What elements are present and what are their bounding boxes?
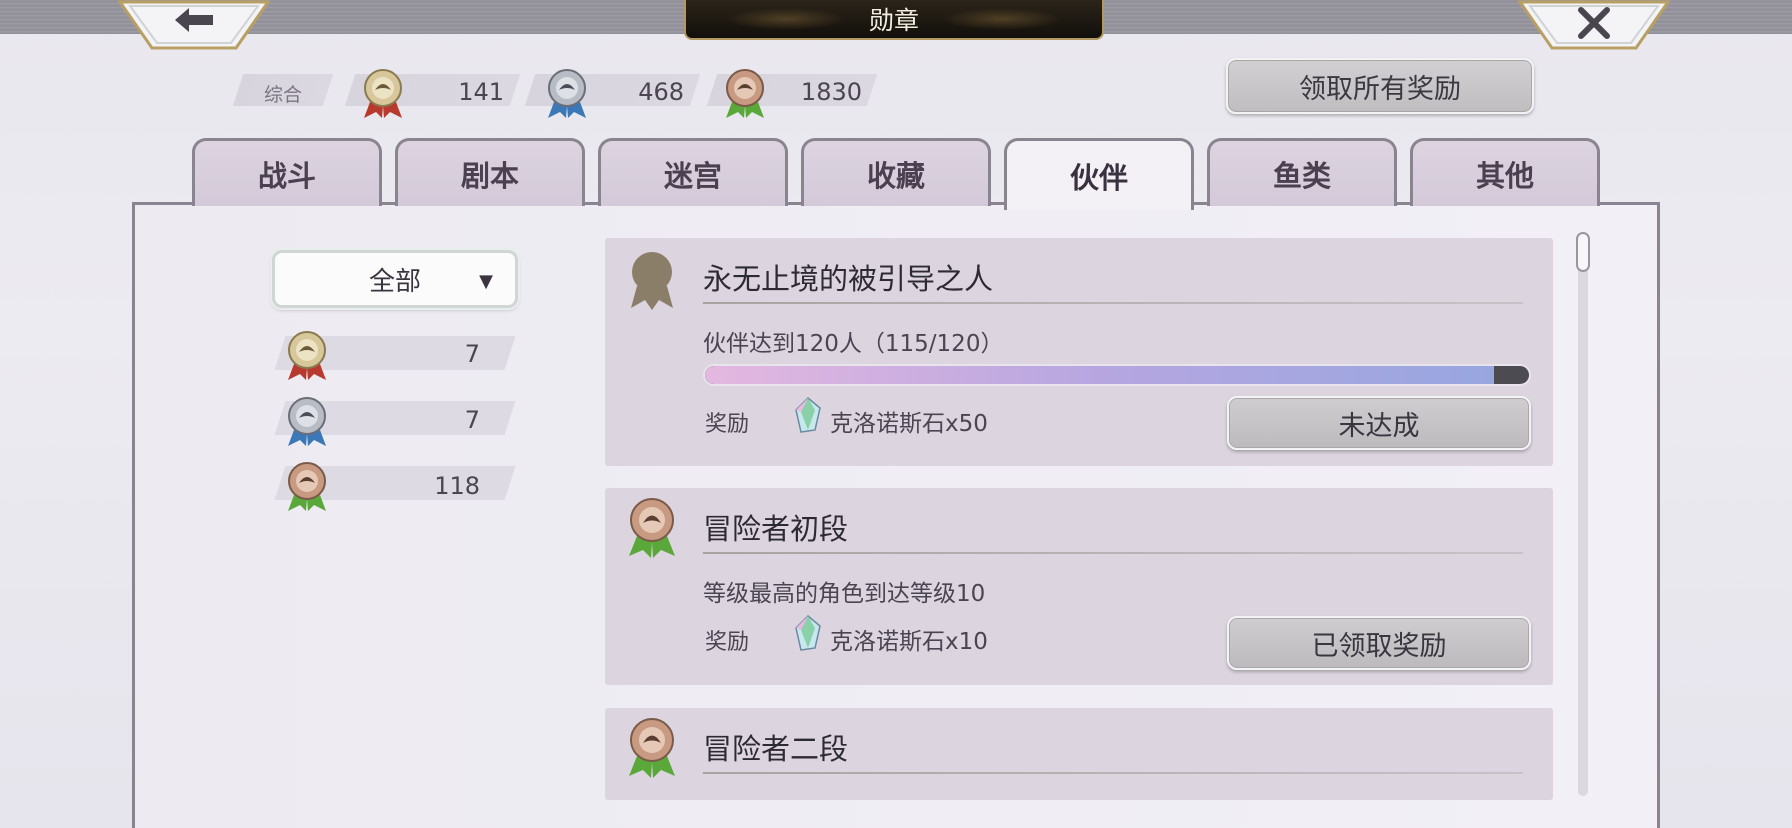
overall-label: 综合: [264, 84, 303, 106]
bronze-medal-icon: [288, 462, 326, 511]
close-icon: [1578, 7, 1610, 39]
reward-label: 奖励: [705, 412, 750, 437]
chronos-stone-icon: [795, 614, 821, 651]
title-divider: [703, 552, 1523, 554]
gold-medal-icon: [364, 69, 402, 118]
tab-companions[interactable]: 伙伴: [1004, 138, 1194, 210]
tab-scenario[interactable]: 剧本: [395, 138, 585, 206]
page-title: 勋章: [868, 6, 919, 35]
close-button[interactable]: [1518, 0, 1670, 52]
silver-total: 468: [638, 78, 684, 106]
tab-other[interactable]: 其他: [1410, 138, 1600, 206]
bronze-medal-icon: [726, 69, 764, 118]
reward-text: 克洛诺斯石x10: [830, 629, 988, 655]
tab-fish[interactable]: 鱼类: [1207, 138, 1397, 206]
back-button[interactable]: [118, 0, 270, 52]
progress-fill: [705, 366, 1495, 384]
silver-medal-icon: [288, 397, 326, 446]
bronze-medal-icon: [629, 718, 675, 778]
filter-selected: 全部: [368, 266, 421, 297]
side-silver-count: 7: [464, 406, 480, 434]
tab-collection[interactable]: 收藏: [801, 138, 991, 206]
side-gold-count: 7: [464, 340, 480, 368]
achievement-card: 冒险者初段 等级最高的角色到达等级10 奖励 克洛诺斯石x10 已领取奖励: [605, 488, 1553, 685]
side-bronze-count: 118: [434, 472, 480, 500]
chronos-stone-icon: [795, 396, 821, 433]
progress-bar: [703, 364, 1531, 386]
achievement-title: 冒险者二段: [703, 732, 849, 766]
gold-medal-icon: [288, 331, 326, 380]
locked-medal-icon: [631, 252, 673, 310]
not-achieved-button[interactable]: 未达成: [1227, 396, 1531, 450]
tab-battle[interactable]: 战斗: [192, 138, 382, 206]
tab-labyrinth[interactable]: 迷宫: [598, 138, 788, 206]
reward-label: 奖励: [705, 630, 750, 655]
claim-all-rewards-button[interactable]: 领取所有奖励: [1226, 58, 1534, 114]
medal-filter-dropdown[interactable]: 全部 ▼: [272, 250, 518, 308]
back-arrow-icon: [175, 8, 213, 32]
title-divider: [703, 772, 1523, 774]
scrollbar-track[interactable]: [1578, 232, 1588, 796]
silver-medal-icon: [548, 69, 586, 118]
achievement-title: 冒险者初段: [703, 512, 849, 546]
chevron-down-icon: ▼: [479, 271, 493, 292]
bronze-total: 1830: [800, 78, 862, 106]
achievement-title: 永无止境的被引导之人: [703, 262, 994, 296]
reward-text: 克洛诺斯石x50: [830, 411, 988, 437]
title-divider: [703, 302, 1523, 304]
achievement-card: 冒险者二段: [605, 708, 1553, 800]
achievement-description: 伙伴达到120人（115/120）: [703, 331, 1004, 357]
bronze-medal-icon: [629, 498, 675, 558]
reward-claimed-button[interactable]: 已领取奖励: [1227, 616, 1531, 670]
gold-total: 141: [458, 78, 504, 106]
achievement-card: 永无止境的被引导之人 伙伴达到120人（115/120） 奖励 克洛诺斯石x50…: [605, 238, 1553, 466]
title-plate: 勋章: [684, 0, 1104, 40]
scrollbar-thumb[interactable]: [1576, 232, 1590, 272]
achievement-description: 等级最高的角色到达等级10: [703, 581, 986, 607]
